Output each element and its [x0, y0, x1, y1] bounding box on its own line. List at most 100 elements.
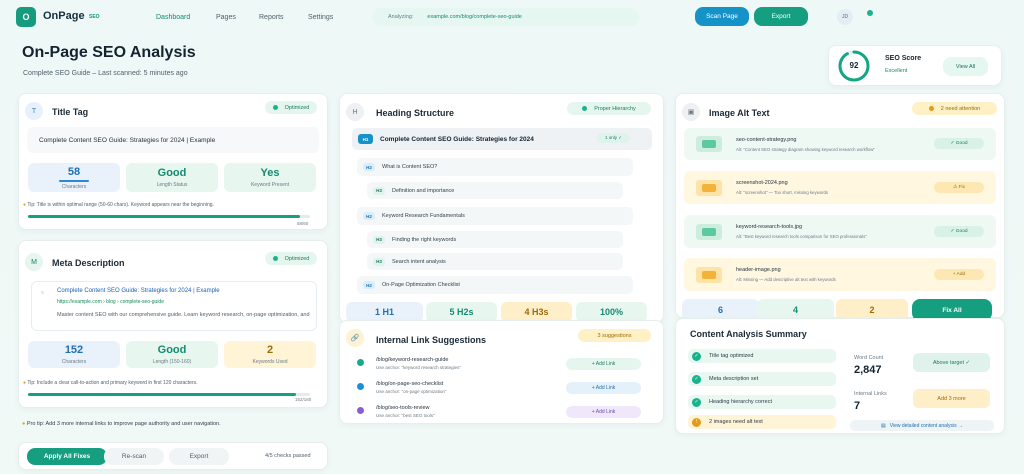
ok-dot-icon: [582, 106, 588, 111]
image-thumbnail-icon: [696, 179, 722, 196]
serp-desc: Master content SEO with our comprehensiv…: [57, 312, 310, 318]
title-tag-card: T Title Tag Optimized Complete Content S…: [18, 93, 328, 230]
warning-icon: !: [692, 417, 701, 427]
meta-length-stat: Good Length (150-160): [126, 341, 218, 368]
heading-row[interactable]: H3 Finding the right keywords: [367, 231, 623, 248]
meta-heading: Meta Description: [52, 258, 125, 268]
link-icon: 🔗: [346, 329, 364, 347]
link-suggestions-badge: 3 suggestions: [578, 329, 651, 342]
image-row[interactable]: screenshot-2024.png Alt: "screenshot" — T…: [684, 171, 996, 204]
link-dot-icon: [357, 383, 364, 390]
nav-settings[interactable]: Settings: [308, 14, 333, 21]
add-link-button[interactable]: + Add Link: [566, 382, 641, 394]
h1-tag: H1: [358, 134, 373, 144]
export-button[interactable]: Export: [754, 7, 808, 26]
view-detailed-link[interactable]: ▤ View detailed content analysis →: [850, 420, 994, 431]
image-row[interactable]: seo-content-strategy.png Alt: "Content SE…: [684, 128, 996, 160]
page-title: On-Page SEO Analysis: [22, 44, 196, 61]
title-tag-icon: T: [25, 102, 43, 120]
link-dot-icon: [357, 407, 364, 414]
hierarchy-score-stat: 100%: [576, 302, 647, 322]
score-value: 92: [849, 61, 859, 70]
heading-icon: H: [346, 103, 364, 121]
chart-icon: ▤: [880, 422, 886, 429]
status-dot-icon: [867, 10, 873, 16]
content-summary-card: Content Analysis Summary ✓ Title tag opti…: [675, 318, 1005, 434]
word-count-badge: Above target ✓: [913, 353, 990, 372]
images-attention-badge: 2 need attention: [912, 102, 997, 115]
title-chars-stat: 58 Characters: [28, 163, 120, 192]
image-icon: ▣: [682, 103, 700, 121]
summary-check: ✓ Meta description set: [688, 372, 836, 386]
heading-row[interactable]: H3 Search intent analysis: [367, 253, 623, 270]
heading-row[interactable]: H2 On-Page Optimization Checklist: [357, 276, 633, 294]
view-all-button[interactable]: View All: [943, 57, 988, 76]
image-thumbnail-icon: [696, 136, 722, 152]
check-icon: ✓: [692, 374, 701, 384]
heading-structure-title: Heading Structure: [376, 108, 455, 118]
app-logo[interactable]: O: [16, 7, 36, 27]
image-thumbnail-icon: [696, 266, 722, 283]
meta-description-card: M Meta Description Optimized ○ Complete …: [18, 240, 328, 408]
h3-count-stat: 4 H3s: [501, 302, 572, 322]
serp-url: https://example.com › blog › complete-se…: [57, 299, 164, 305]
link-dot-icon: [357, 359, 364, 366]
meta-progress-track: [28, 393, 310, 396]
title-tag-status-badge: Optimized: [265, 101, 317, 114]
image-alt-title: Image Alt Text: [709, 108, 770, 118]
heading-row[interactable]: H2 Keyword Research Fundamentals: [357, 207, 633, 225]
content-summary-title: Content Analysis Summary: [690, 329, 807, 339]
summary-check: ✓ Heading hierarchy correct: [688, 395, 836, 409]
analyzing-url: example.com/blog/complete-seo-guide: [427, 14, 522, 20]
heading-h1-row[interactable]: H1 Complete Content SEO Guide: Strategie…: [352, 128, 652, 150]
seo-score-card: 92 SEO Score Excellent View All: [828, 45, 1002, 86]
nav-reports[interactable]: Reports: [259, 14, 284, 21]
title-length-stat: Good Length Status: [126, 163, 218, 192]
nav-dashboard[interactable]: Dashboard: [156, 14, 190, 21]
image-status-badge[interactable]: + Add: [934, 269, 984, 280]
rescan-button[interactable]: Re-scan: [104, 448, 164, 465]
score-label: SEO Score: [885, 55, 922, 62]
title-tag-heading: Title Tag: [52, 107, 89, 117]
scan-page-button[interactable]: Scan Page: [695, 7, 749, 26]
warning-dot-icon: [928, 106, 934, 111]
title-progress-track: [28, 215, 310, 218]
check-icon: ✓: [692, 397, 701, 407]
check-icon: ✓: [692, 351, 701, 361]
footer-export-button[interactable]: Export: [169, 448, 229, 465]
title-keyword-stat: Yes Keyword Present: [224, 163, 316, 192]
add-link-button[interactable]: + Add Link: [566, 358, 641, 370]
apply-all-fixes-button[interactable]: Apply All Fixes: [27, 448, 107, 465]
nav-pages[interactable]: Pages: [216, 14, 236, 21]
add-link-button[interactable]: + Add Link: [566, 406, 641, 418]
image-row[interactable]: header-image.png Alt: Missing — Add descr…: [684, 258, 996, 291]
image-status-badge[interactable]: ✓ Good: [934, 226, 984, 237]
image-status-badge[interactable]: ✓ Good: [934, 138, 984, 149]
internal-links-card: 🔗 Internal Link Suggestions 3 suggestion…: [339, 320, 664, 424]
title-progress-fill: [28, 215, 301, 218]
internal-links-title: Internal Link Suggestions: [376, 335, 487, 345]
page-subtitle: Complete SEO Guide – Last scanned: 5 min…: [23, 70, 188, 77]
word-count-label: Word Count: [854, 355, 884, 361]
score-rating: Excellent: [885, 68, 908, 74]
heading-status-badge: Proper Hierarchy: [567, 102, 651, 115]
app-name: OnPage: [43, 10, 85, 22]
summary-check: ! 2 images need alt text: [688, 415, 836, 429]
analyzing-bar[interactable]: Analyzing: example.com/blog/complete-seo…: [372, 8, 639, 26]
heading-row[interactable]: H2 What is Content SEO?: [357, 158, 633, 176]
serp-title[interactable]: Complete Content SEO Guide: Strategies f…: [57, 288, 220, 294]
app-badge: SEO: [89, 14, 100, 20]
image-status-badge[interactable]: ⚠ Fix: [934, 182, 984, 193]
heading-row[interactable]: H3 Definition and importance: [367, 182, 623, 199]
image-alt-card: ▣ Image Alt Text 2 need attention seo-co…: [675, 93, 1005, 321]
lightbulb-icon: ●: [23, 380, 27, 386]
meta-status-badge: Optimized: [265, 252, 317, 265]
image-row[interactable]: keyword-research-tools.jpg Alt: "Best key…: [684, 215, 996, 248]
internal-links-label: Internal Links: [854, 391, 887, 397]
meta-keywords-stat: 2 Keywords Used: [224, 341, 316, 368]
heading-structure-card: H Heading Structure Proper Hierarchy H1 …: [339, 93, 664, 323]
title-progress-text: 58/60: [297, 221, 309, 226]
ok-dot-icon: [272, 256, 278, 261]
h1-count-stat: 1 H1: [346, 302, 423, 322]
avatar[interactable]: JD: [837, 9, 853, 25]
